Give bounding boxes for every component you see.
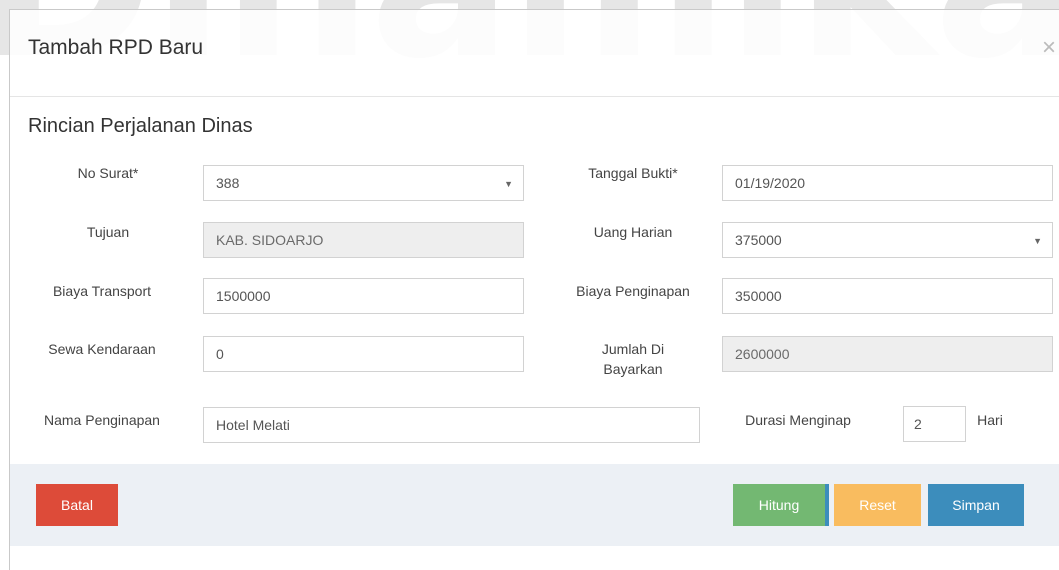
jumlah-dibayarkan-value: 2600000 [735, 346, 790, 362]
durasi-menginap-value: 2 [914, 416, 922, 432]
durasi-menginap-label: Durasi Menginap [745, 412, 851, 428]
durasi-menginap-input[interactable]: 2 [903, 406, 966, 442]
tanggal-bukti-label: Tanggal Bukti* [588, 165, 678, 181]
biaya-transport-input[interactable]: 1500000 [203, 278, 524, 314]
reset-button[interactable]: Reset [834, 484, 921, 526]
nama-penginapan-label: Nama Penginapan [44, 412, 160, 428]
jumlah-dibayarkan-label: Jumlah Di Bayarkan [548, 339, 718, 379]
uang-harian-value: 375000 [735, 232, 782, 248]
tujuan-input: KAB. SIDOARJO [203, 222, 524, 258]
dropdown-caret-icon: ▼ [504, 179, 513, 189]
biaya-penginapan-input[interactable]: 350000 [722, 278, 1053, 314]
no-surat-select[interactable]: 388 ▼ [203, 165, 524, 201]
tanggal-bukti-value: 01/19/2020 [735, 175, 806, 191]
nama-penginapan-value: Hotel Melati [216, 417, 290, 433]
dropdown-caret-icon: ▼ [1033, 236, 1042, 246]
jumlah-dibayarkan-input: 2600000 [722, 336, 1053, 372]
batal-button[interactable]: Batal [36, 484, 118, 526]
nama-penginapan-input[interactable]: Hotel Melati [203, 407, 700, 443]
no-surat-label: No Surat* [77, 165, 139, 181]
tujuan-label: Tujuan [86, 224, 130, 240]
uang-harian-label: Uang Harian [593, 224, 673, 240]
sewa-kendaraan-value: 0 [216, 346, 224, 362]
uang-harian-select[interactable]: 375000 ▼ [722, 222, 1053, 258]
biaya-transport-label: Biaya Transport [52, 283, 152, 299]
sewa-kendaraan-input[interactable]: 0 [203, 336, 524, 372]
hitung-button[interactable]: Hitung [733, 484, 829, 526]
modal-footer: Batal Hitung Reset Simpan [10, 464, 1059, 546]
no-surat-value: 388 [216, 175, 240, 191]
biaya-penginapan-label: Biaya Penginapan [576, 283, 690, 299]
close-icon[interactable]: × [1042, 34, 1056, 62]
modal-title: Tambah RPD Baru [28, 36, 204, 59]
add-rpd-modal: Tambah RPD Baru × Rincian Perjalanan Din… [9, 9, 1059, 570]
sewa-kendaraan-label: Sewa Kendaraan [48, 341, 156, 357]
biaya-penginapan-value: 350000 [735, 288, 782, 304]
simpan-button[interactable]: Simpan [928, 484, 1024, 526]
tanggal-bukti-input[interactable]: 01/19/2020 [722, 165, 1053, 201]
durasi-unit-label: Hari [977, 412, 1003, 428]
tujuan-value: KAB. SIDOARJO [216, 232, 324, 248]
section-title: Rincian Perjalanan Dinas [28, 115, 253, 137]
biaya-transport-value: 1500000 [216, 288, 271, 304]
header-divider [10, 96, 1059, 97]
jumlah-dibayarkan-label-line2: Bayarkan [603, 361, 663, 377]
jumlah-dibayarkan-label-line1: Jumlah Di [601, 341, 665, 357]
